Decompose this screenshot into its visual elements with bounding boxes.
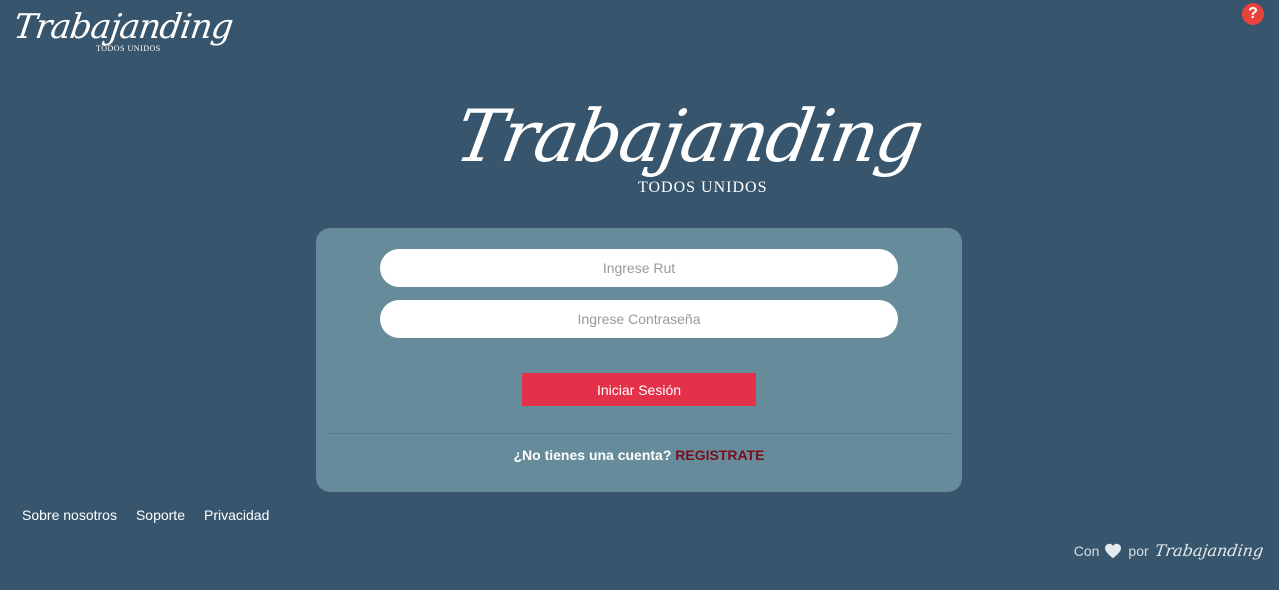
heart-icon: [1105, 543, 1122, 558]
register-prompt: ¿No tienes una cuenta?: [513, 447, 672, 463]
login-button[interactable]: Iniciar Sesión: [522, 373, 756, 406]
header-logo-tagline: TODOS UNIDOS: [96, 44, 161, 53]
credit-brand[interactable]: Trabajanding: [1153, 541, 1264, 560]
login-card: Iniciar Sesión ¿No tienes una cuenta? RE…: [316, 228, 962, 492]
footer-credit: Con por Trabajanding: [1073, 541, 1265, 560]
footer-link-support[interactable]: Soporte: [136, 507, 185, 523]
header-logo[interactable]: Trabajanding TODOS UNIDOS: [11, 7, 235, 56]
footer-link-privacy[interactable]: Privacidad: [204, 507, 269, 523]
credit-prefix: Con: [1073, 542, 1100, 559]
header-logo-text: Trabajanding: [11, 7, 236, 47]
card-divider: [328, 433, 950, 434]
hero-logo: Trabajanding TODOS UNIDOS: [450, 92, 928, 204]
register-row: ¿No tienes una cuenta? REGISTRATE: [316, 447, 962, 463]
hero-logo-text: Trabajanding: [449, 94, 928, 178]
help-icon[interactable]: ?: [1242, 3, 1264, 25]
password-input[interactable]: [380, 300, 898, 338]
hero-logo-tagline: TODOS UNIDOS: [638, 179, 768, 196]
rut-input[interactable]: [380, 249, 898, 287]
register-link[interactable]: REGISTRATE: [675, 447, 764, 463]
footer-links: Sobre nosotros Soporte Privacidad: [22, 507, 288, 523]
footer-link-about[interactable]: Sobre nosotros: [22, 507, 117, 523]
credit-middle: por: [1128, 542, 1149, 559]
